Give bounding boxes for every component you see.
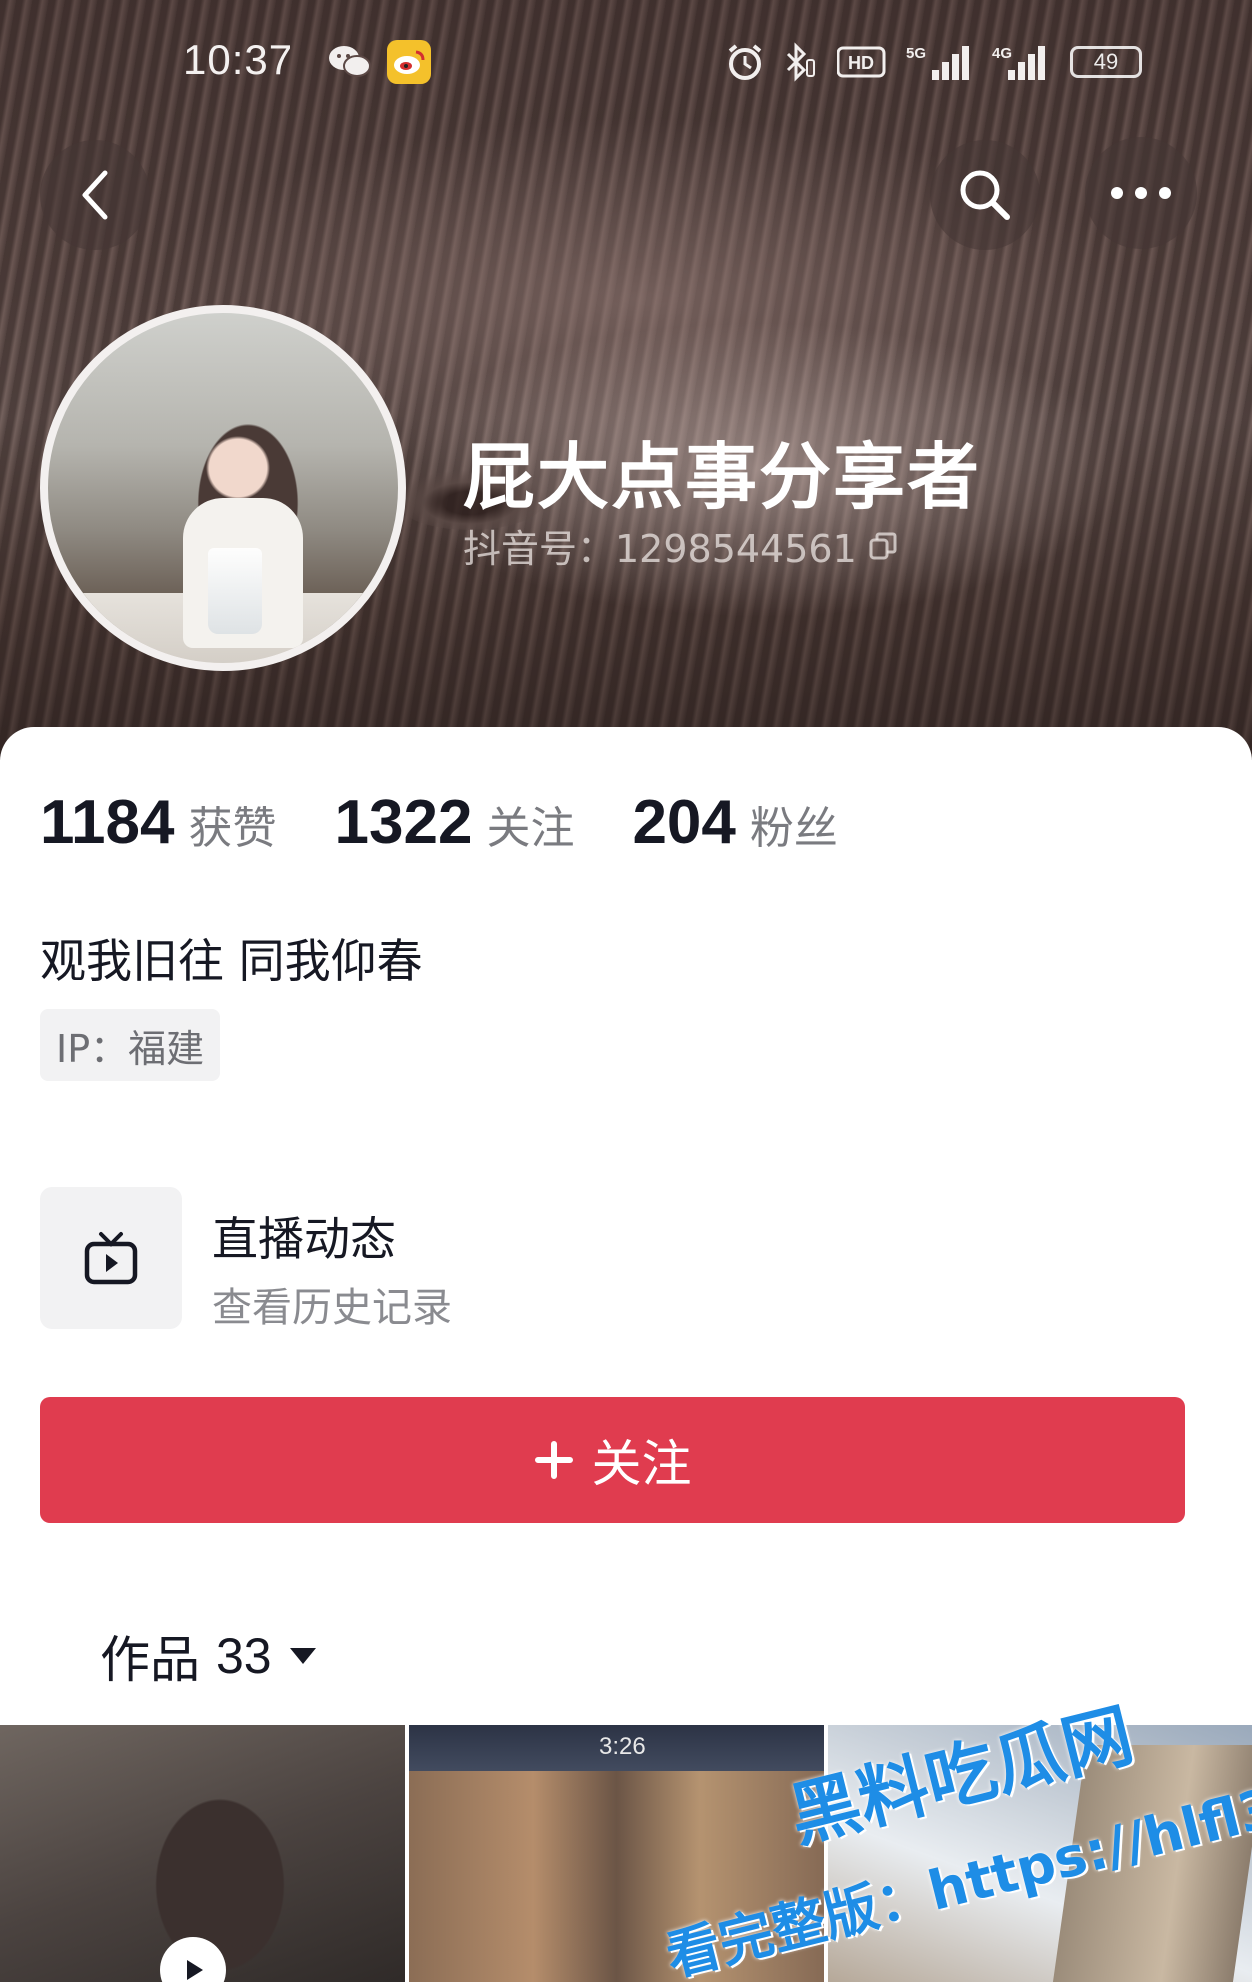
svg-text:5G: 5G xyxy=(906,45,926,62)
stat-likes-label: 获赞 xyxy=(188,803,277,854)
svg-text:HD: HD xyxy=(848,53,874,73)
chevron-left-icon xyxy=(82,170,108,220)
follow-button[interactable]: 关注 xyxy=(40,1397,1185,1523)
profile-name: 屁大点事分享者 xyxy=(463,435,982,519)
tab-works[interactable]: 作品 33 xyxy=(100,1620,318,1692)
live-icon-box xyxy=(40,1187,182,1329)
avatar-photo-cup xyxy=(208,548,262,634)
bio: 观我旧往 同我仰春 xyxy=(40,934,423,988)
douyin-id: 抖音号：1298544561 xyxy=(463,527,857,571)
signal-4g-icon: 4G xyxy=(992,40,1052,84)
stat-following[interactable]: 1322 关注 xyxy=(335,787,575,858)
avatar[interactable] xyxy=(40,305,406,671)
search-icon xyxy=(960,170,1010,220)
battery-level: 49 xyxy=(1070,46,1142,78)
wechat-icon xyxy=(325,40,375,84)
more-button[interactable] xyxy=(1085,137,1197,249)
follow-button-label: 关注 xyxy=(591,1435,692,1493)
profile-screen: 10:37 HD 5G 4G 49 屁大点事分享者 抖音号：1298544561… xyxy=(0,0,1252,1982)
alarm-icon xyxy=(722,40,768,84)
status-time: 10:37 xyxy=(183,36,294,83)
thumbnail-game-hud: 3:26 xyxy=(409,1725,824,1771)
douyin-id-row[interactable]: 抖音号：1298544561 xyxy=(463,518,899,573)
battery-icon: 49 xyxy=(1066,40,1146,84)
works-tab-label: 作品 xyxy=(100,1631,200,1689)
copy-icon[interactable] xyxy=(867,530,899,562)
play-icon xyxy=(160,1937,226,1982)
plus-icon xyxy=(534,1441,573,1479)
more-dots-icon xyxy=(1111,187,1171,199)
live-title: 直播动态 xyxy=(212,1212,396,1266)
stat-likes-value: 1184 xyxy=(40,788,175,857)
tv-icon xyxy=(84,1232,138,1285)
search-button[interactable] xyxy=(930,140,1040,250)
stat-likes[interactable]: 1184 获赞 xyxy=(40,787,277,858)
works-count: 33 xyxy=(216,1628,272,1684)
live-subtitle: 查看历史记录 xyxy=(212,1285,452,1331)
live-history-entry[interactable]: 直播动态 查看历史记录 xyxy=(40,1187,1210,1333)
ip-location-badge: IP：福建 xyxy=(40,1009,221,1081)
thumbnail-overlay-text: 3:26 xyxy=(599,1733,646,1760)
status-bar: 10:37 HD 5G 4G 49 xyxy=(0,30,1252,94)
triangle-down-icon[interactable] xyxy=(288,1645,318,1667)
video-thumbnail[interactable] xyxy=(0,1725,405,1982)
stats-row: 1184 获赞 1322 关注 204 粉丝 xyxy=(40,787,896,858)
signal-5g-icon: 5G xyxy=(904,40,976,84)
back-button[interactable] xyxy=(40,140,150,250)
hd-icon: HD xyxy=(836,40,888,84)
stat-followers-value: 204 xyxy=(632,788,736,857)
stat-following-label: 关注 xyxy=(486,803,575,854)
bluetooth-icon xyxy=(775,40,821,84)
stat-followers[interactable]: 204 粉丝 xyxy=(632,787,837,858)
weibo-icon xyxy=(387,40,431,84)
stat-following-value: 1322 xyxy=(334,788,473,857)
stat-followers-label: 粉丝 xyxy=(749,803,838,854)
svg-text:4G: 4G xyxy=(992,45,1012,62)
